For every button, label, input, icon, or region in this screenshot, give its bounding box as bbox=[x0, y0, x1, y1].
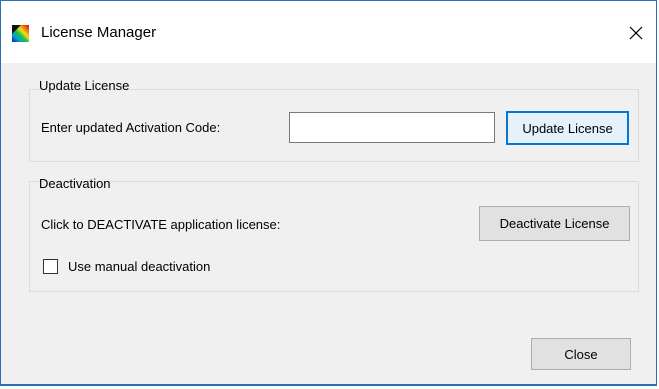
app-icon bbox=[12, 25, 29, 42]
deactivate-prompt-label: Click to DEACTIVATE application license: bbox=[41, 217, 281, 232]
deactivation-group-title: Deactivation bbox=[39, 176, 111, 191]
manual-deactivation-label[interactable]: Use manual deactivation bbox=[68, 259, 210, 274]
update-license-button[interactable]: Update License bbox=[506, 111, 629, 145]
deactivate-license-button[interactable]: Deactivate License bbox=[479, 206, 630, 241]
license-manager-window: License Manager Update License Enter upd… bbox=[0, 0, 657, 386]
activation-code-label: Enter updated Activation Code: bbox=[41, 120, 221, 135]
title-bar: License Manager bbox=[1, 1, 656, 63]
update-license-group-title: Update License bbox=[39, 78, 130, 93]
activation-code-input[interactable] bbox=[289, 112, 495, 143]
window-title: License Manager bbox=[41, 24, 157, 41]
close-icon bbox=[629, 26, 643, 40]
close-window-button[interactable] bbox=[617, 11, 655, 53]
manual-deactivation-checkbox[interactable] bbox=[43, 259, 58, 274]
close-button[interactable]: Close bbox=[531, 338, 631, 370]
